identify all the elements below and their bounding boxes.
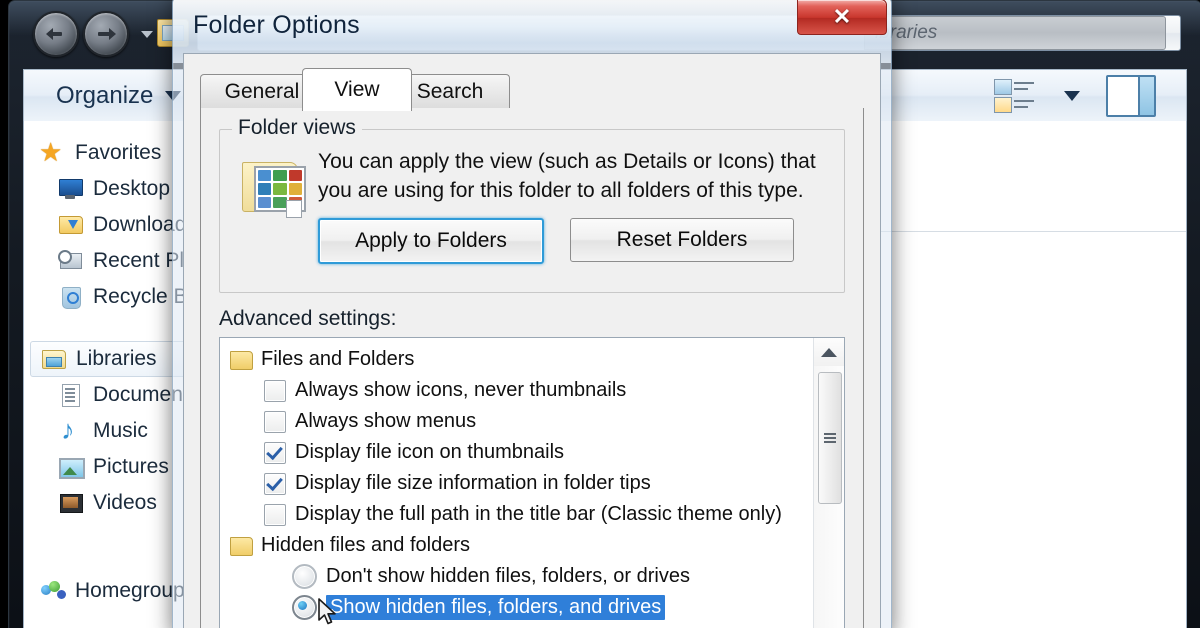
tab-strip: General View Search <box>200 68 864 111</box>
command-bar-right-group <box>994 75 1186 117</box>
checkbox-unchecked-icon[interactable] <box>264 503 286 526</box>
vertical-scrollbar[interactable] <box>813 338 844 628</box>
scroll-up-icon[interactable] <box>814 338 844 366</box>
tree-item-recycle-bin[interactable]: Recycle Bin <box>24 279 204 315</box>
list-item[interactable]: Display file size information in folder … <box>220 468 814 499</box>
tree-item-favorites[interactable]: Favorites <box>24 135 194 171</box>
checkbox-unchecked-icon[interactable] <box>264 379 286 402</box>
tree-item-music[interactable]: Music <box>24 413 194 449</box>
tree-label: Desktop <box>93 177 171 200</box>
picture-icon <box>58 455 85 479</box>
checkbox-checked-icon[interactable] <box>264 441 286 464</box>
list-item-group[interactable]: Hidden files and folders <box>220 530 814 561</box>
tree-label: Videos <box>93 491 157 514</box>
radio-unselected-icon[interactable] <box>292 564 317 589</box>
list-item-label: Files and Folders <box>261 348 415 370</box>
music-note-icon <box>58 415 84 446</box>
dialog-body: General View Search Folder views You can… <box>183 53 881 628</box>
reset-folders-button[interactable]: Reset Folders <box>570 218 794 262</box>
tree-item-desktop[interactable]: Desktop <box>24 171 194 207</box>
search-input[interactable]: ibraries <box>864 16 1166 50</box>
tree-label: Music <box>93 419 148 442</box>
folder-views-buttons: Apply to Folders Reset Folders <box>318 218 794 264</box>
scroll-thumb-grip-icon <box>824 433 836 443</box>
folder-views-groupbox: Folder views You can apply the view (suc… <box>219 116 845 293</box>
folder-options-dialog: Folder Options ✕ General View Search Fol… <box>172 0 892 628</box>
list-item-label: Always show icons, never thumbnails <box>295 379 627 401</box>
folder-views-description: You can apply the view (such as Details … <box>318 150 816 202</box>
tree-item-downloads[interactable]: Downloads <box>24 207 197 243</box>
checkbox-checked-icon[interactable] <box>264 472 286 495</box>
tab-view[interactable]: View <box>302 68 412 111</box>
change-view-icon[interactable] <box>994 78 1038 114</box>
list-item-group[interactable]: Files and Folders <box>220 344 814 375</box>
radio-selected-icon[interactable] <box>292 595 317 620</box>
tree-label: Favorites <box>75 141 162 164</box>
list-item-label: Show hidden files, folders, and drives <box>326 595 666 620</box>
advanced-settings-label: Advanced settings: <box>219 307 397 330</box>
folder-icon <box>230 536 253 556</box>
change-view-chevron-down-icon[interactable] <box>1064 91 1080 101</box>
dialog-title: Folder Options <box>193 11 360 39</box>
list-item[interactable]: Hide empty drives in the Computer folder <box>220 623 814 628</box>
list-item-label: Display file size information in folder … <box>295 472 651 494</box>
list-item[interactable]: Always show menus <box>220 406 814 437</box>
apply-to-folders-button[interactable]: Apply to Folders <box>318 218 544 264</box>
tree-label: Homegroup <box>75 579 185 602</box>
vertical-scroll-thumb[interactable] <box>818 372 842 504</box>
desktop-icon <box>58 177 84 201</box>
tree-item-recent-places[interactable]: Recent Places <box>24 243 228 279</box>
advanced-settings-listbox[interactable]: Files and Folders Always show icons, nev… <box>219 337 845 628</box>
view-tab-page: Folder views You can apply the view (suc… <box>200 108 864 628</box>
downloads-folder-icon <box>58 213 84 237</box>
forward-arrow-icon <box>96 24 116 44</box>
library-icon <box>41 347 67 371</box>
list-item[interactable]: Display the full path in the title bar (… <box>220 499 814 530</box>
tree-item-libraries[interactable]: Libraries <box>30 341 194 377</box>
forward-button[interactable] <box>83 11 129 57</box>
recycle-bin-icon <box>58 285 84 309</box>
screen: ibraries Organize ★ Favorites Desktop Do… <box>0 0 1200 628</box>
folder-icon <box>230 350 253 370</box>
list-item-label: Don't show hidden files, folders, or dri… <box>326 565 690 587</box>
list-item[interactable]: Display file icon on thumbnails <box>220 437 814 468</box>
folder-views-legend: Folder views <box>232 116 362 140</box>
list-item-label: Hidden files and folders <box>261 534 471 556</box>
tree-item-pictures[interactable]: Pictures <box>24 449 194 485</box>
star-icon <box>39 137 66 168</box>
homegroup-icon <box>40 579 66 603</box>
organize-label: Organize <box>56 82 154 109</box>
checkbox-unchecked-icon[interactable] <box>264 410 286 433</box>
organize-button[interactable]: Organize <box>24 82 182 110</box>
folder-views-icon <box>242 156 306 218</box>
tree-item-homegroup[interactable]: Homegroup <box>24 573 194 609</box>
tree-label: Libraries <box>76 347 157 370</box>
close-button[interactable]: ✕ <box>797 0 887 35</box>
list-item[interactable]: Always show icons, never thumbnails <box>220 375 814 406</box>
back-button[interactable] <box>33 11 79 57</box>
document-icon <box>58 383 84 407</box>
advanced-settings-rows: Files and Folders Always show icons, nev… <box>220 338 814 628</box>
list-item-selected[interactable]: Show hidden files, folders, and drives <box>220 592 814 623</box>
preview-pane-icon[interactable] <box>1106 75 1156 117</box>
navigation-buttons <box>33 11 153 57</box>
tree-label: Pictures <box>93 455 169 478</box>
tree-item-videos[interactable]: Videos <box>24 485 194 521</box>
recent-pages-chevron-down-icon[interactable] <box>141 30 153 38</box>
recent-places-icon <box>58 249 84 273</box>
video-icon <box>58 491 84 515</box>
navigation-pane: Favorites Desktop Downloads Recent Place… <box>24 121 228 628</box>
list-item-label: Display the full path in the title bar (… <box>295 503 782 525</box>
list-item-label: Display file icon on thumbnails <box>295 441 565 463</box>
tree-item-documents[interactable]: Documents <box>24 377 199 413</box>
list-item-label: Always show menus <box>295 410 477 432</box>
list-item[interactable]: Don't show hidden files, folders, or dri… <box>220 561 814 592</box>
back-arrow-icon <box>46 24 66 44</box>
